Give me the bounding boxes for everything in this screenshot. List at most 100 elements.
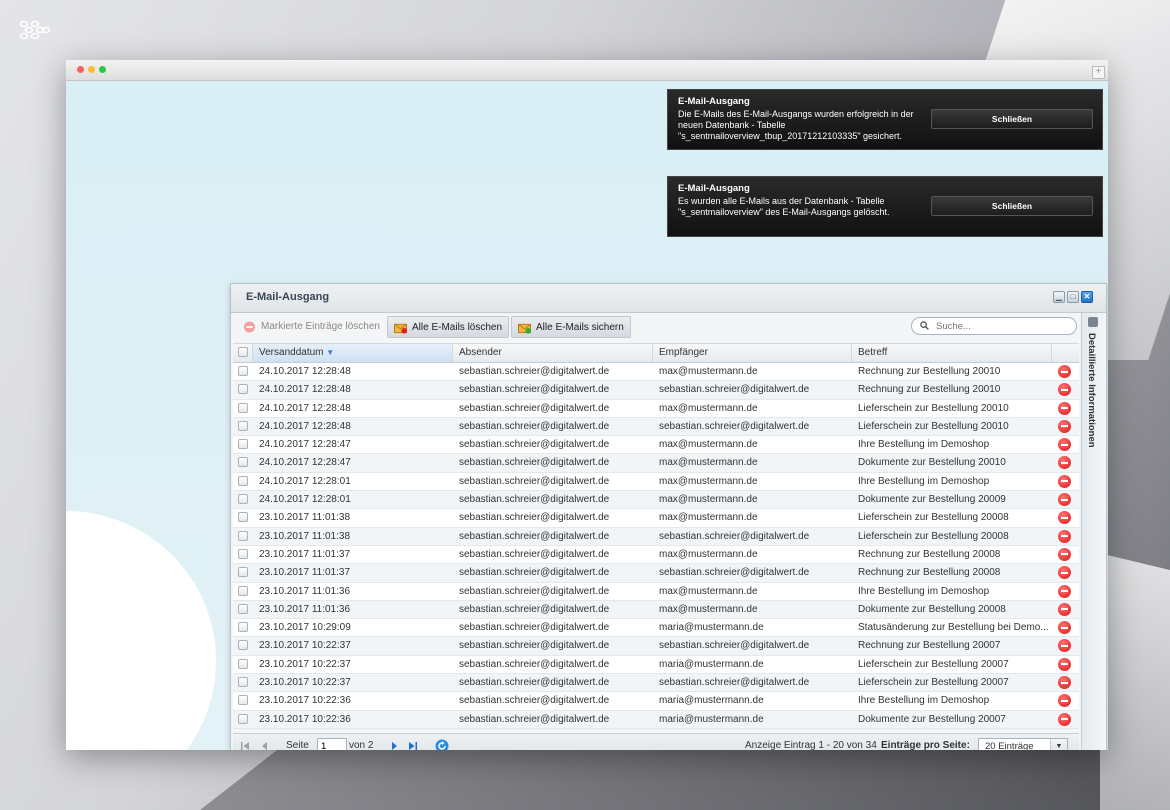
cell-subject: Statusänderung zur Bestellung bei Demo..… <box>858 622 1049 634</box>
table-row[interactable]: 24.10.2017 12:28:48 sebastian.schreier@di… <box>233 363 1079 382</box>
search-field[interactable] <box>911 317 1077 335</box>
row-delete-icon[interactable] <box>1058 529 1071 543</box>
row-checkbox[interactable] <box>238 384 248 395</box>
cell-recipient: sebastian.schreier@digitalwert.de <box>659 384 810 396</box>
row-checkbox[interactable] <box>238 439 248 450</box>
search-input[interactable] <box>934 320 1073 333</box>
column-header-recipient[interactable]: Empfänger <box>653 344 852 362</box>
details-sidebar[interactable]: Detaillierte Informationen <box>1081 313 1106 750</box>
row-checkbox[interactable] <box>238 603 248 614</box>
row-delete-icon[interactable] <box>1058 712 1071 726</box>
row-checkbox[interactable] <box>238 457 248 468</box>
table-row[interactable]: 24.10.2017 12:28:47 sebastian.schreier@di… <box>233 454 1079 473</box>
row-checkbox[interactable] <box>238 475 248 486</box>
table-row[interactable]: 23.10.2017 10:22:37 sebastian.schreier@di… <box>233 674 1079 693</box>
row-delete-icon[interactable] <box>1058 584 1071 598</box>
table-row[interactable]: 24.10.2017 12:28:01 sebastian.schreier@di… <box>233 491 1079 510</box>
row-delete-icon[interactable] <box>1058 602 1071 616</box>
column-header-subject[interactable]: Betreff <box>852 344 1052 362</box>
row-checkbox[interactable] <box>238 530 248 541</box>
row-delete-icon[interactable] <box>1058 694 1071 708</box>
row-checkbox[interactable] <box>238 567 248 578</box>
cell-subject: Lieferschein zur Bestellung 20010 <box>858 420 1009 432</box>
row-checkbox[interactable] <box>238 420 248 431</box>
table-row[interactable]: 23.10.2017 10:22:37 sebastian.schreier@di… <box>233 637 1079 656</box>
new-tab-icon[interactable]: + <box>1092 66 1105 79</box>
row-checkbox[interactable] <box>238 585 248 596</box>
row-delete-icon[interactable] <box>1058 365 1071 378</box>
table-row[interactable]: 23.10.2017 10:29:09 sebastian.schreier@di… <box>233 619 1079 638</box>
table-row[interactable]: 23.10.2017 11:01:36 sebastian.schreier@di… <box>233 582 1079 601</box>
details-sidebar-label: Detaillierte Informationen <box>1086 333 1097 448</box>
maximize-icon[interactable]: □ <box>1067 291 1079 303</box>
row-delete-icon[interactable] <box>1058 676 1071 690</box>
row-checkbox[interactable] <box>238 695 248 706</box>
cell-sender: sebastian.schreier@digitalwert.de <box>459 457 610 469</box>
table-row[interactable]: 23.10.2017 10:22:36 sebastian.schreier@di… <box>233 710 1079 729</box>
column-header-date[interactable]: Versanddatum ▼ <box>253 344 453 362</box>
table-row[interactable]: 23.10.2017 10:22:36 sebastian.schreier@di… <box>233 692 1079 711</box>
refresh-icon[interactable] <box>435 739 449 750</box>
row-delete-icon[interactable] <box>1058 438 1071 452</box>
window-close-dot[interactable] <box>77 66 84 73</box>
page-number-input[interactable] <box>317 738 347 750</box>
column-header-sender[interactable]: Absender <box>453 344 653 362</box>
expand-sidebar-icon[interactable] <box>1088 317 1098 327</box>
row-delete-icon[interactable] <box>1058 401 1071 415</box>
row-checkbox[interactable] <box>238 512 248 523</box>
row-checkbox[interactable] <box>238 402 248 413</box>
row-delete-icon[interactable] <box>1058 657 1071 671</box>
select-all-checkbox[interactable] <box>238 347 248 357</box>
per-page-select[interactable]: 20 Einträge ▼ <box>978 738 1068 750</box>
row-delete-icon[interactable] <box>1058 456 1071 470</box>
row-delete-icon[interactable] <box>1058 566 1071 580</box>
row-delete-icon[interactable] <box>1058 419 1071 433</box>
last-page-icon[interactable] <box>407 740 419 750</box>
table-row[interactable]: 24.10.2017 12:28:47 sebastian.schreier@di… <box>233 436 1079 455</box>
cell-sender: sebastian.schreier@digitalwert.de <box>459 567 610 579</box>
row-delete-icon[interactable] <box>1058 383 1071 397</box>
table-row[interactable]: 24.10.2017 12:28:48 sebastian.schreier@di… <box>233 417 1079 437</box>
table-row[interactable]: 23.10.2017 11:01:36 sebastian.schreier@di… <box>233 600 1079 620</box>
table-row[interactable]: 23.10.2017 11:01:38 sebastian.schreier@di… <box>233 509 1079 528</box>
row-checkbox[interactable] <box>238 548 248 559</box>
table-row[interactable]: 23.10.2017 10:22:37 sebastian.schreier@di… <box>233 655 1079 675</box>
table-row[interactable]: 24.10.2017 12:28:48 sebastian.schreier@di… <box>233 399 1079 418</box>
table-row[interactable]: 23.10.2017 11:01:38 sebastian.schreier@di… <box>233 527 1079 546</box>
backup-all-mails-button[interactable]: Alle E-Mails sichern <box>511 316 631 338</box>
row-delete-icon[interactable] <box>1058 511 1071 525</box>
row-checkbox[interactable] <box>238 658 248 669</box>
delete-all-mails-button[interactable]: Alle E-Mails löschen <box>387 316 510 338</box>
row-checkbox[interactable] <box>238 677 248 688</box>
table-row[interactable]: 24.10.2017 12:28:48 sebastian.schreier@di… <box>233 381 1079 400</box>
row-delete-icon[interactable] <box>1058 474 1071 488</box>
row-checkbox[interactable] <box>238 640 248 651</box>
row-delete-icon[interactable] <box>1058 493 1071 507</box>
table-row[interactable]: 23.10.2017 11:01:37 sebastian.schreier@di… <box>233 545 1079 565</box>
table-row[interactable]: 24.10.2017 12:28:01 sebastian.schreier@di… <box>233 472 1079 492</box>
minimize-icon[interactable]: ▁ <box>1053 291 1065 303</box>
notification-close-button[interactable]: Schließen <box>931 109 1093 129</box>
next-page-icon[interactable] <box>388 740 400 750</box>
notification-close-button[interactable]: Schließen <box>931 196 1093 216</box>
window-minimize-dot[interactable] <box>88 66 95 73</box>
browser-window: + E-Mail-Ausgang Die E-Mails des E-Mail-… <box>66 60 1108 750</box>
row-delete-icon[interactable] <box>1058 621 1071 635</box>
table-row[interactable]: 23.10.2017 11:01:37 sebastian.schreier@di… <box>233 564 1079 583</box>
row-checkbox[interactable] <box>238 494 248 505</box>
window-zoom-dot[interactable] <box>99 66 106 73</box>
row-delete-icon[interactable] <box>1058 639 1071 653</box>
search-icon <box>920 321 929 330</box>
cell-date: 24.10.2017 12:28:48 <box>259 402 351 414</box>
cell-subject: Dokumente zur Bestellung 20008 <box>858 603 1006 615</box>
mail-save-icon <box>518 323 531 334</box>
row-checkbox[interactable] <box>238 713 248 724</box>
first-page-icon[interactable] <box>239 740 251 750</box>
row-checkbox[interactable] <box>238 366 248 376</box>
close-icon[interactable]: ✕ <box>1081 291 1093 303</box>
row-delete-icon[interactable] <box>1058 547 1071 561</box>
prev-page-icon[interactable] <box>259 740 271 750</box>
delete-selected-button[interactable]: Markierte Einträge löschen <box>237 316 386 338</box>
row-checkbox[interactable] <box>238 622 248 633</box>
cell-subject: Dokumente zur Bestellung 20010 <box>858 457 1006 469</box>
